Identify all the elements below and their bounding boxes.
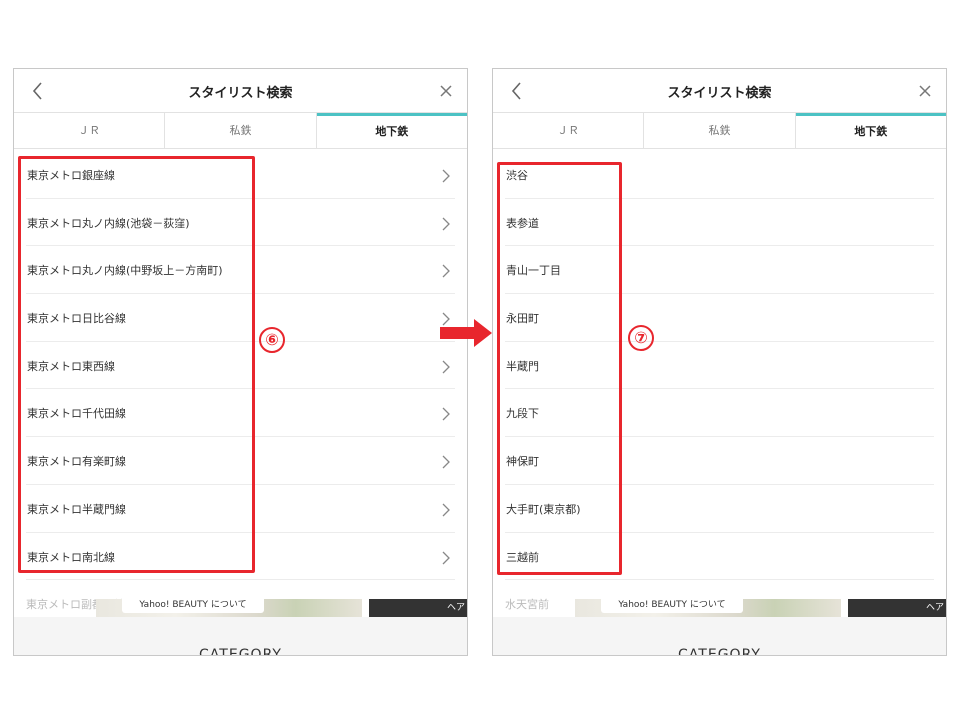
banner-label[interactable]: Yahoo! BEAUTY について — [122, 599, 264, 613]
tab-subway[interactable]: 地下鉄 — [795, 113, 946, 148]
railway-type-tabs: ＪＲ 私鉄 地下鉄 — [493, 113, 946, 149]
chevron-right-icon — [442, 407, 450, 421]
category-heading: CATEGORY — [678, 647, 761, 656]
page-title: スタイリスト検索 — [188, 86, 293, 101]
page-title: スタイリスト検索 — [667, 86, 772, 101]
railway-type-tabs: ＪＲ 私鉄 地下鉄 — [14, 113, 467, 149]
highlight-box-stations — [497, 162, 622, 575]
banner-label[interactable]: Yahoo! BEAUTY について — [601, 599, 743, 613]
highlight-box-lines — [18, 156, 255, 573]
chevron-right-icon — [442, 455, 450, 469]
tab-jr[interactable]: ＪＲ — [14, 113, 166, 148]
close-icon[interactable] — [914, 80, 936, 102]
footer: CATEGORY — [493, 617, 946, 656]
tab-subway[interactable]: 地下鉄 — [316, 113, 467, 148]
chevron-right-icon — [442, 264, 450, 278]
tab-private-railway[interactable]: 私鉄 — [165, 113, 317, 148]
tab-private-railway[interactable]: 私鉄 — [644, 113, 796, 148]
arrow-right-icon — [440, 319, 492, 347]
ad-banner[interactable]: Yahoo! BEAUTY について ヘア — [493, 599, 946, 617]
header: スタイリスト検索 — [14, 69, 467, 113]
category-heading: CATEGORY — [199, 647, 282, 656]
header: スタイリスト検索 — [493, 69, 946, 113]
chevron-right-icon — [442, 551, 450, 564]
banner-dark-tile[interactable]: ヘア — [848, 599, 946, 617]
chevron-right-icon — [442, 217, 450, 231]
banner-dark-tile[interactable]: ヘア — [369, 599, 467, 617]
chevron-right-icon — [442, 169, 450, 183]
footer: CATEGORY — [14, 617, 467, 656]
step-number-7: ⑦ — [628, 325, 654, 351]
tab-jr[interactable]: ＪＲ — [493, 113, 645, 148]
chevron-right-icon — [442, 360, 450, 374]
ad-banner[interactable]: Yahoo! BEAUTY について ヘア — [14, 599, 467, 617]
close-icon[interactable] — [435, 80, 457, 102]
step-number-6: ⑥ — [259, 327, 285, 353]
chevron-right-icon — [442, 503, 450, 517]
